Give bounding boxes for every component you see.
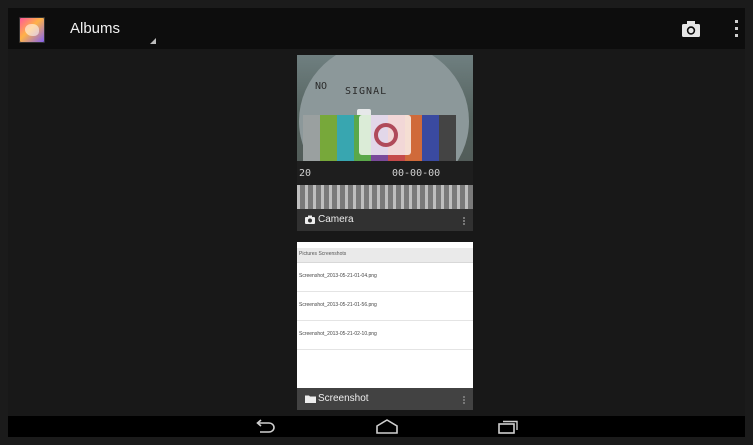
- album-name: Screenshot: [318, 393, 369, 404]
- album-tile-camera[interactable]: NO SIGNAL 20 00-00-00 Camera: [297, 55, 473, 231]
- home-button[interactable]: [374, 418, 398, 435]
- camera-icon: [682, 21, 700, 37]
- camera-overlay-icon: [357, 109, 411, 155]
- album-thumbnail-screenshot: Pictures Screenshots Screenshot_2013-05-…: [297, 242, 473, 410]
- back-icon: [256, 419, 275, 433]
- thumbnail-timecode: 00-00-00: [392, 168, 441, 179]
- spinner-label: Albums: [70, 20, 121, 37]
- list-item: Screenshot_2013-05-21-01-56.png: [297, 292, 473, 321]
- list-item: Screenshot_2013-05-21-02-10.png: [297, 321, 473, 350]
- recent-apps-icon: [498, 420, 518, 434]
- album-menu-icon[interactable]: [463, 396, 465, 404]
- album-menu-icon[interactable]: [463, 217, 465, 225]
- list-item: Screenshot_2013-05-21-01-04.png: [297, 263, 473, 292]
- recent-apps-button[interactable]: [496, 418, 520, 435]
- thumbnail-text: NO: [315, 81, 328, 92]
- album-label-bar: Screenshot: [297, 388, 473, 410]
- album-name: Camera: [318, 214, 354, 225]
- gallery-app-icon[interactable]: [19, 17, 45, 43]
- albums-spinner[interactable]: Albums: [60, 8, 165, 49]
- back-button[interactable]: [254, 418, 278, 435]
- camera-button[interactable]: [679, 18, 703, 40]
- system-navigation-bar: [8, 416, 745, 437]
- home-icon: [376, 419, 398, 434]
- spinner-arrow-icon: [150, 38, 156, 44]
- overflow-menu-button[interactable]: [731, 18, 743, 40]
- album-label-bar: Camera: [297, 209, 473, 231]
- gallery-screen: Albums NO SIGNAL 20 00-00-00 Camera Pict…: [8, 8, 745, 437]
- thumbnail-text: SIGNAL: [345, 86, 388, 97]
- folder-icon: [305, 395, 316, 403]
- camera-icon: [305, 215, 315, 224]
- album-thumbnail-camera: NO SIGNAL 20 00-00-00: [297, 55, 473, 209]
- album-tile-screenshot[interactable]: Pictures Screenshots Screenshot_2013-05-…: [297, 242, 473, 410]
- action-bar: Albums: [8, 8, 745, 49]
- overflow-menu-icon: [735, 20, 738, 23]
- breadcrumb: Pictures Screenshots: [297, 248, 473, 263]
- thumbnail-text: 20: [299, 168, 312, 179]
